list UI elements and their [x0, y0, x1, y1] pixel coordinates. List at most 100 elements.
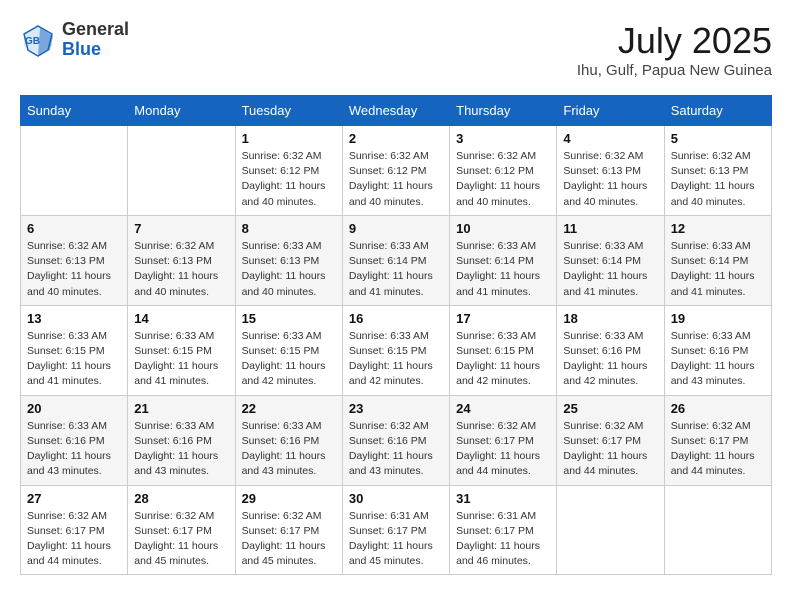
calendar-cell: 9 Sunrise: 6:33 AMSunset: 6:14 PMDaylight… — [342, 215, 449, 305]
calendar-cell: 8 Sunrise: 6:33 AMSunset: 6:13 PMDaylight… — [235, 215, 342, 305]
calendar-cell: 28 Sunrise: 6:32 AMSunset: 6:17 PMDayligh… — [128, 485, 235, 575]
calendar-cell: 3Sunrise: 6:32 AMSunset: 6:12 PMDaylight… — [450, 126, 557, 216]
calendar-cell: 1Sunrise: 6:32 AMSunset: 6:12 PMDaylight… — [235, 126, 342, 216]
calendar-cell: 16 Sunrise: 6:33 AMSunset: 6:15 PMDayligh… — [342, 305, 449, 395]
page-header: GB General Blue July 2025 Ihu, Gulf, Pap… — [20, 20, 772, 79]
day-number: 7 — [134, 221, 228, 236]
day-number: 28 — [134, 491, 228, 506]
calendar-cell: 10 Sunrise: 6:33 AMSunset: 6:14 PMDayligh… — [450, 215, 557, 305]
day-info: Sunrise: 6:32 AMSunset: 6:16 PMDaylight:… — [349, 419, 443, 480]
day-number: 31 — [456, 491, 550, 506]
day-info: Sunrise: 6:33 AMSunset: 6:15 PMDaylight:… — [456, 329, 550, 390]
calendar-cell: 2 Sunrise: 6:32 AMSunset: 6:12 PMDaylight… — [342, 126, 449, 216]
day-number: 6 — [27, 221, 121, 236]
calendar-cell — [21, 126, 128, 216]
calendar-cell: 18 Sunrise: 6:33 AMSunset: 6:16 PMDayligh… — [557, 305, 664, 395]
day-info: Sunrise: 6:33 AMSunset: 6:14 PMDaylight:… — [671, 239, 765, 300]
calendar-cell: 5 Sunrise: 6:32 AMSunset: 6:13 PMDaylight… — [664, 126, 771, 216]
day-info: Sunrise: 6:32 AMSunset: 6:17 PMDaylight:… — [563, 419, 657, 480]
day-info: Sunrise: 6:32 AMSunset: 6:13 PMDaylight:… — [27, 239, 121, 300]
calendar-cell: 4Sunrise: 6:32 AMSunset: 6:13 PMDaylight… — [557, 126, 664, 216]
calendar-cell — [557, 485, 664, 575]
day-info: Sunrise: 6:32 AMSunset: 6:17 PMDaylight:… — [242, 509, 336, 570]
calendar-header-row: SundayMondayTuesdayWednesdayThursdayFrid… — [21, 96, 772, 126]
calendar-cell: 21Sunrise: 6:33 AMSunset: 6:16 PMDayligh… — [128, 395, 235, 485]
day-info: Sunrise: 6:33 AMSunset: 6:15 PMDaylight:… — [349, 329, 443, 390]
day-header-monday: Monday — [128, 96, 235, 126]
day-number: 22 — [242, 401, 336, 416]
calendar-cell: 20 Sunrise: 6:33 AMSunset: 6:16 PMDayligh… — [21, 395, 128, 485]
day-info: Sunrise: 6:32 AMSunset: 6:13 PMDaylight:… — [671, 149, 765, 210]
day-number: 4 — [563, 131, 657, 146]
calendar-cell: 29 Sunrise: 6:32 AMSunset: 6:17 PMDayligh… — [235, 485, 342, 575]
day-header-wednesday: Wednesday — [342, 96, 449, 126]
location: Ihu, Gulf, Papua New Guinea — [577, 62, 772, 79]
day-number: 13 — [27, 311, 121, 326]
day-info: Sunrise: 6:32 AMSunset: 6:17 PMDaylight:… — [27, 509, 121, 570]
logo: GB General Blue — [20, 20, 129, 60]
calendar-cell: 26Sunrise: 6:32 AMSunset: 6:17 PMDayligh… — [664, 395, 771, 485]
day-info: Sunrise: 6:32 AMSunset: 6:17 PMDaylight:… — [134, 509, 228, 570]
day-number: 20 — [27, 401, 121, 416]
day-number: 17 — [456, 311, 550, 326]
day-info: Sunrise: 6:32 AMSunset: 6:12 PMDaylight:… — [349, 149, 443, 210]
day-header-tuesday: Tuesday — [235, 96, 342, 126]
calendar-cell: 13Sunrise: 6:33 AMSunset: 6:15 PMDayligh… — [21, 305, 128, 395]
day-info: Sunrise: 6:32 AMSunset: 6:17 PMDaylight:… — [671, 419, 765, 480]
day-info: Sunrise: 6:31 AMSunset: 6:17 PMDaylight:… — [456, 509, 550, 570]
calendar-cell — [664, 485, 771, 575]
calendar-cell: 14 Sunrise: 6:33 AMSunset: 6:15 PMDayligh… — [128, 305, 235, 395]
day-info: Sunrise: 6:32 AMSunset: 6:12 PMDaylight:… — [242, 149, 336, 210]
calendar-cell: 27 Sunrise: 6:32 AMSunset: 6:17 PMDayligh… — [21, 485, 128, 575]
day-number: 9 — [349, 221, 443, 236]
month-year: July 2025 — [577, 20, 772, 62]
calendar-cell: 11Sunrise: 6:33 AMSunset: 6:14 PMDayligh… — [557, 215, 664, 305]
day-number: 16 — [349, 311, 443, 326]
calendar-cell: 19 Sunrise: 6:33 AMSunset: 6:16 PMDayligh… — [664, 305, 771, 395]
calendar-cell: 17 Sunrise: 6:33 AMSunset: 6:15 PMDayligh… — [450, 305, 557, 395]
day-number: 12 — [671, 221, 765, 236]
calendar-week-3: 13 Sunrise: 6:33 AMSunset: 6:15 PMDayligh… — [21, 305, 772, 395]
day-info: Sunrise: 6:33 AMSunset: 6:16 PMDaylight:… — [242, 419, 336, 480]
day-number: 29 — [242, 491, 336, 506]
title-block: July 2025 Ihu, Gulf, Papua New Guinea — [577, 20, 772, 79]
calendar-week-4: 20 Sunrise: 6:33 AMSunset: 6:16 PMDayligh… — [21, 395, 772, 485]
day-number: 18 — [563, 311, 657, 326]
day-number: 23 — [349, 401, 443, 416]
day-info: Sunrise: 6:33 AMSunset: 6:16 PMDaylight:… — [671, 329, 765, 390]
day-number: 2 — [349, 131, 443, 146]
calendar-cell: 15Sunrise: 6:33 AMSunset: 6:15 PMDayligh… — [235, 305, 342, 395]
day-info: Sunrise: 6:32 AMSunset: 6:17 PMDaylight:… — [456, 419, 550, 480]
day-header-thursday: Thursday — [450, 96, 557, 126]
svg-text:GB: GB — [25, 36, 40, 47]
day-info: Sunrise: 6:33 AMSunset: 6:14 PMDaylight:… — [349, 239, 443, 300]
day-number: 10 — [456, 221, 550, 236]
calendar-cell: 22 Sunrise: 6:33 AMSunset: 6:16 PMDayligh… — [235, 395, 342, 485]
day-info: Sunrise: 6:32 AMSunset: 6:13 PMDaylight:… — [134, 239, 228, 300]
day-number: 15 — [242, 311, 336, 326]
calendar-cell: 7 Sunrise: 6:32 AMSunset: 6:13 PMDaylight… — [128, 215, 235, 305]
day-header-saturday: Saturday — [664, 96, 771, 126]
day-number: 11 — [563, 221, 657, 236]
day-number: 14 — [134, 311, 228, 326]
day-info: Sunrise: 6:33 AMSunset: 6:16 PMDaylight:… — [563, 329, 657, 390]
day-info: Sunrise: 6:33 AMSunset: 6:14 PMDaylight:… — [456, 239, 550, 300]
day-info: Sunrise: 6:32 AMSunset: 6:12 PMDaylight:… — [456, 149, 550, 210]
day-number: 27 — [27, 491, 121, 506]
day-number: 25 — [563, 401, 657, 416]
calendar-cell — [128, 126, 235, 216]
calendar-cell: 6 Sunrise: 6:32 AMSunset: 6:13 PMDaylight… — [21, 215, 128, 305]
calendar-cell: 25 Sunrise: 6:32 AMSunset: 6:17 PMDayligh… — [557, 395, 664, 485]
calendar-cell: 30Sunrise: 6:31 AMSunset: 6:17 PMDayligh… — [342, 485, 449, 575]
day-info: Sunrise: 6:33 AMSunset: 6:16 PMDaylight:… — [27, 419, 121, 480]
day-number: 24 — [456, 401, 550, 416]
calendar-cell: 24 Sunrise: 6:32 AMSunset: 6:17 PMDayligh… — [450, 395, 557, 485]
day-number: 5 — [671, 131, 765, 146]
day-info: Sunrise: 6:31 AMSunset: 6:17 PMDaylight:… — [349, 509, 443, 570]
calendar-week-5: 27 Sunrise: 6:32 AMSunset: 6:17 PMDayligh… — [21, 485, 772, 575]
day-number: 19 — [671, 311, 765, 326]
day-number: 8 — [242, 221, 336, 236]
day-header-friday: Friday — [557, 96, 664, 126]
day-info: Sunrise: 6:33 AMSunset: 6:13 PMDaylight:… — [242, 239, 336, 300]
day-info: Sunrise: 6:33 AMSunset: 6:15 PMDaylight:… — [134, 329, 228, 390]
